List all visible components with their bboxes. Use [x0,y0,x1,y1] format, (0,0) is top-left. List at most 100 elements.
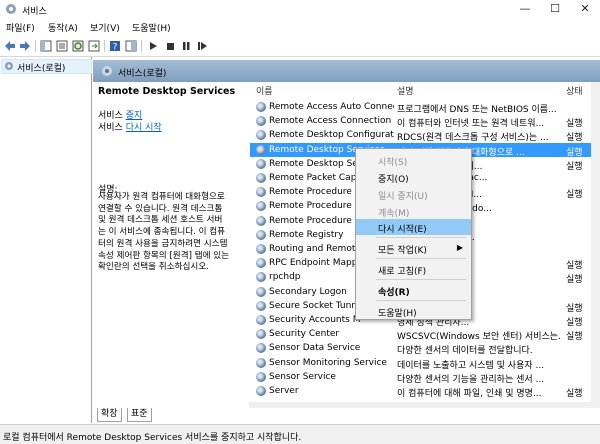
service-gear-icon [256,244,266,254]
table-row[interactable]: Remote Access Auto Connec... 프로그램에서 DNS 또… [250,100,600,115]
tree-item-services-local[interactable]: 서비스(로컬) [1,59,92,74]
menu-help[interactable]: 도움말(H) [132,21,171,34]
menu-item-all-tasks[interactable]: 모든 작업(K) ▶ [356,240,471,256]
service-description-cell: 데이터를 노출하고 시스템 및 사용자 ... [397,360,545,371]
pause-service-icon[interactable] [180,40,192,52]
service-gear-icon [256,102,266,112]
service-gear-icon [256,357,266,368]
menu-bar: 파일(F) 동작(A) 보기(V) 도움말(H) [0,19,600,34]
back-icon[interactable] [4,40,16,52]
service-gear-icon [256,116,266,127]
column-header-name[interactable]: 이름 [256,84,273,98]
service-status-cell: 실행 [566,161,583,172]
vertical-scrollbar[interactable] [591,82,600,408]
restart-service-icon[interactable] [196,40,208,52]
table-row[interactable]: Sensor Monitoring Service 데이터를 노출하고 시스템 및… [250,356,600,371]
service-status-cell: 실행 [566,119,583,130]
menu-item-start[interactable]: 시작(S) [356,152,471,168]
restart-line: 서비스 다시 시작 [98,123,162,133]
column-header-description[interactable]: 설명 [397,84,414,98]
service-description-cell: 이 컴퓨터와 인터넷 또는 원격 네트워... [397,119,545,130]
service-gear-icon [256,329,266,340]
service-gear-icon [256,201,266,212]
title-bar: 서비스 — ☐ ✕ [0,0,600,18]
service-description-cell: 다양한 센서의 기능을 관리하는 센서 ... [397,374,545,385]
start-service-icon[interactable] [147,40,159,52]
service-name-cell: Sensor Monitoring Service [269,357,387,368]
service-gear-icon [256,130,266,141]
service-gear-icon [256,258,266,269]
service-gear-icon [256,343,266,354]
window-title: 서비스 [22,7,47,17]
pane-header-title: 서비스(로컬) [118,69,167,79]
service-gear-icon [256,229,266,240]
context-menu: 시작(S) 중지(O) 일시 중지(U) 계속(M) 다시 시작(E) 모든 작… [355,148,472,320]
selected-service-name: Remote Desktop Services [98,86,236,97]
view-tabs: 확장 표준 [93,408,600,422]
service-gear-icon [256,371,266,382]
service-status-cell: 실행 [566,147,583,158]
menu-item-properties[interactable]: 속성(R) [356,282,471,298]
stop-service-icon[interactable] [164,40,176,52]
services-gear-icon [102,66,112,76]
service-name-cell: Security Center [269,329,340,340]
properties-icon[interactable] [56,40,68,52]
table-row[interactable]: Server 이 컴퓨터에 대해 파일, 인쇄 및 명명... 실행 [250,384,600,399]
service-status-cell: 실행 [566,275,583,286]
menu-item-stop[interactable]: 중지(O) [356,169,471,185]
close-button[interactable]: ✕ [570,0,600,18]
console-tree: 서비스(로컬) [0,57,92,423]
menu-file[interactable]: 파일(F) [6,21,35,34]
service-status-cell: 실행 [566,332,583,343]
column-header-status[interactable]: 상태 [566,84,583,98]
service-description-cell: RDCS(원격 데스크톱 구성 서비스)는 ... [397,133,549,144]
service-description-cell: 프로그램에서 DNS 또는 NetBIOS 이름... [397,105,557,115]
description-text: 사용자가 원격 컴퓨터에 대화형으로 연결할 수 있습니다. 원격 데스크톱 및… [98,192,230,273]
tab-standard[interactable]: 표준 [127,408,152,422]
services-gear-icon [5,62,13,70]
refresh-icon[interactable] [72,40,84,52]
service-description-cell: WSCSVC(Windows 보안 센터) 서비스는... [397,332,562,343]
service-name-cell: Sensor Data Service [269,343,361,354]
view-icon[interactable] [125,40,137,52]
service-name-cell: Remote Desktop Configurati... [269,130,394,141]
svg-text:?: ? [113,43,118,53]
table-row[interactable]: Sensor Data Service 다양한 센서의 데이터를 전달합니다. [250,341,600,356]
status-bar: 로컬 컴퓨터에서 Remote Desktop Services 서비스를 중지… [0,424,600,444]
service-gear-icon [256,286,266,297]
table-row[interactable]: Security Center WSCSVC(Windows 보안 센터) 서비스… [250,327,600,343]
service-gear-icon [256,158,266,169]
help-icon[interactable]: ? [109,40,121,52]
menu-item-resume[interactable]: 계속(M) [356,203,471,219]
service-gear-icon [256,144,266,155]
minimize-button[interactable]: — [510,0,540,18]
menu-view[interactable]: 보기(V) [90,21,120,34]
maximize-button[interactable]: ☐ [540,0,570,18]
menu-item-refresh[interactable]: 새로 고침(F) [356,261,471,277]
table-row[interactable]: Remote Access Connection ... 이 컴퓨터와 인터넷 또… [250,114,600,130]
pane-header: 서비스(로컬) [93,60,600,82]
menu-item-pause[interactable]: 일시 중지(U) [356,186,471,202]
tree-item-label: 서비스(로컬) [17,64,66,74]
forward-icon[interactable] [19,40,31,52]
service-description-cell: 이 컴퓨터에 대해 파일, 인쇄 및 명명... [397,389,542,399]
table-row[interactable]: Sensor Service 다양한 센서의 기능을 관리하는 센서 ... [250,370,600,385]
tab-extended[interactable]: 확장 [97,408,122,422]
service-name-cell: Sensor Service [269,371,336,382]
details-panel: Remote Desktop Services 서비스 중지 서비스 다시 시작… [93,82,250,402]
service-gear-icon [256,386,266,396]
table-row[interactable]: Remote Desktop Configurati... RDCS(원격 데스크… [250,128,600,144]
service-status-cell: 실행 [566,190,583,201]
service-status-cell: 실행 [566,261,583,272]
menu-item-restart[interactable]: 다시 시작(E) [356,219,471,235]
export-list-icon[interactable] [88,40,100,52]
toolbar: ? [0,36,600,57]
menu-action[interactable]: 동작(A) [48,21,78,34]
console-tree-icon[interactable] [40,40,52,52]
service-gear-icon [256,300,266,311]
service-gear-icon [256,272,266,283]
service-gear-icon [256,315,266,325]
menu-item-help[interactable]: 도움말(H) [356,303,471,319]
restart-link[interactable]: 다시 시작 [126,123,162,133]
service-name-cell: Remote Access Connection ... [269,116,394,127]
